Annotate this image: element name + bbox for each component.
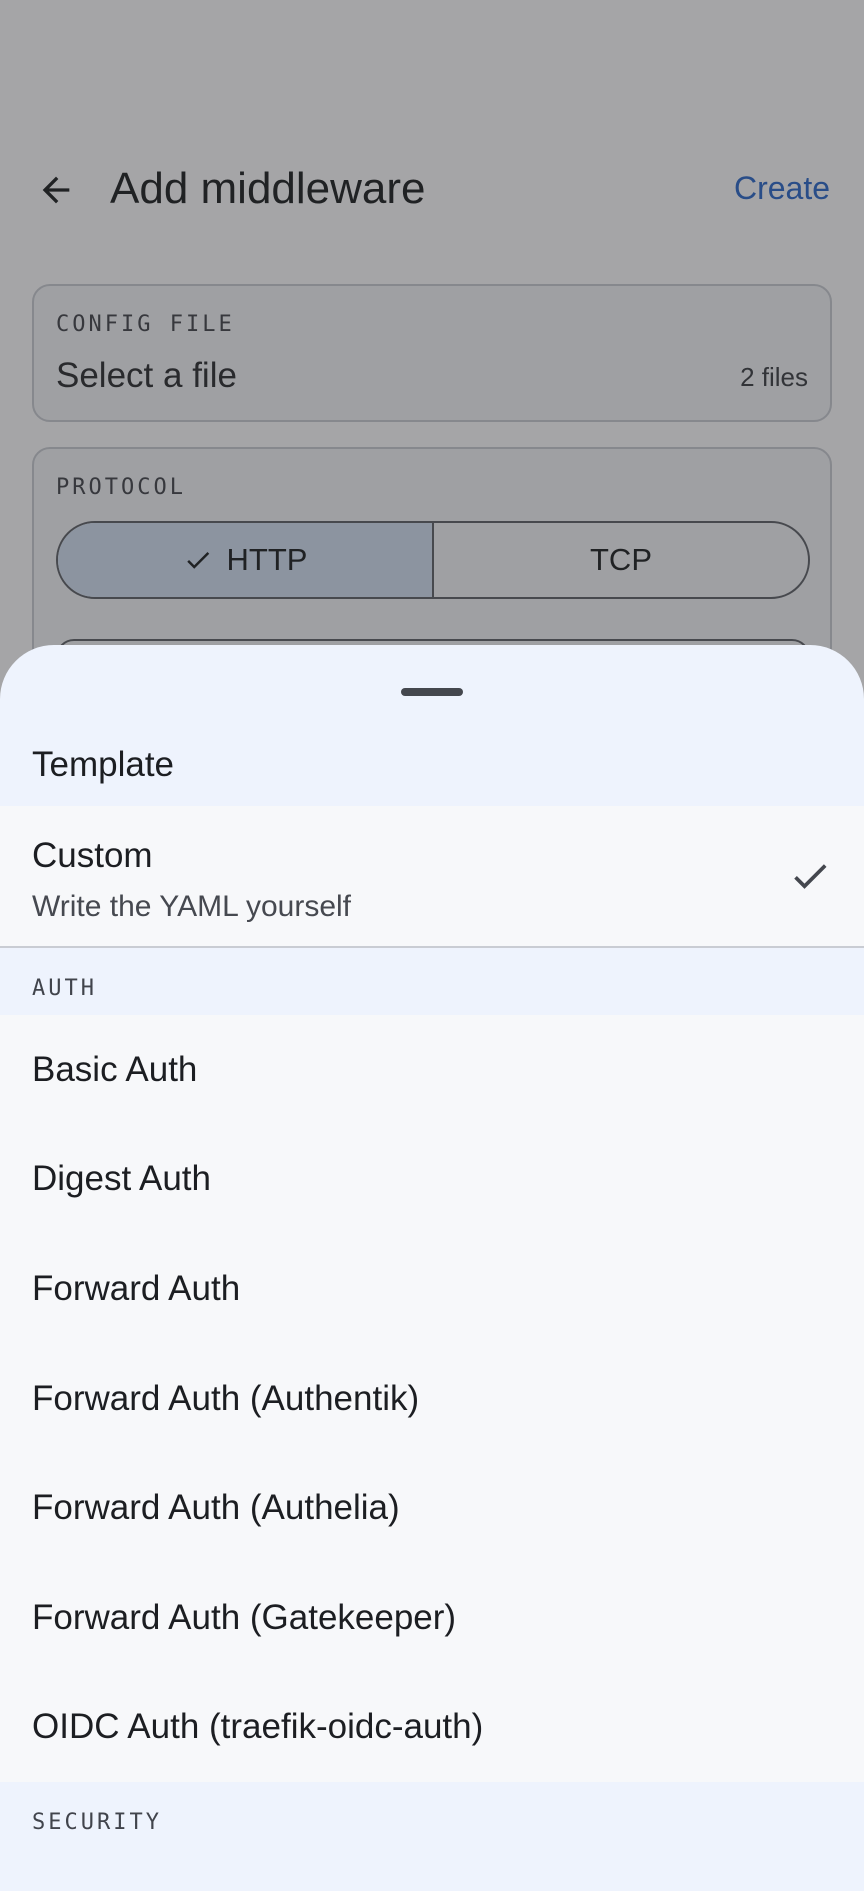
template-option[interactable]: Basic Auth: [0, 1015, 864, 1125]
template-bottom-sheet: Template Custom Write the YAML yourself …: [0, 645, 864, 1891]
template-option[interactable]: Digest Auth: [0, 1125, 864, 1235]
template-option[interactable]: Forward Auth (Gatekeeper): [0, 1563, 864, 1673]
template-option[interactable]: Forward Auth (Authentik): [0, 1344, 864, 1454]
template-option-custom[interactable]: Custom Write the YAML yourself: [0, 806, 864, 948]
custom-option-subtitle: Write the YAML yourself: [32, 890, 352, 923]
template-option[interactable]: OIDC Auth (traefik-oidc-auth): [0, 1673, 864, 1783]
template-option[interactable]: Forward Auth: [0, 1234, 864, 1344]
template-option[interactable]: Forward Auth (Authelia): [0, 1453, 864, 1563]
checkmark-icon: [794, 864, 827, 889]
auth-template-list: Basic Auth Digest Auth Forward Auth Forw…: [0, 1015, 864, 1783]
sheet-title: Template: [32, 745, 175, 784]
section-header-auth: AUTH: [32, 976, 97, 1001]
drag-handle[interactable]: [401, 688, 463, 696]
custom-option-title: Custom: [32, 836, 153, 875]
section-header-security: SECURITY: [32, 1810, 162, 1835]
